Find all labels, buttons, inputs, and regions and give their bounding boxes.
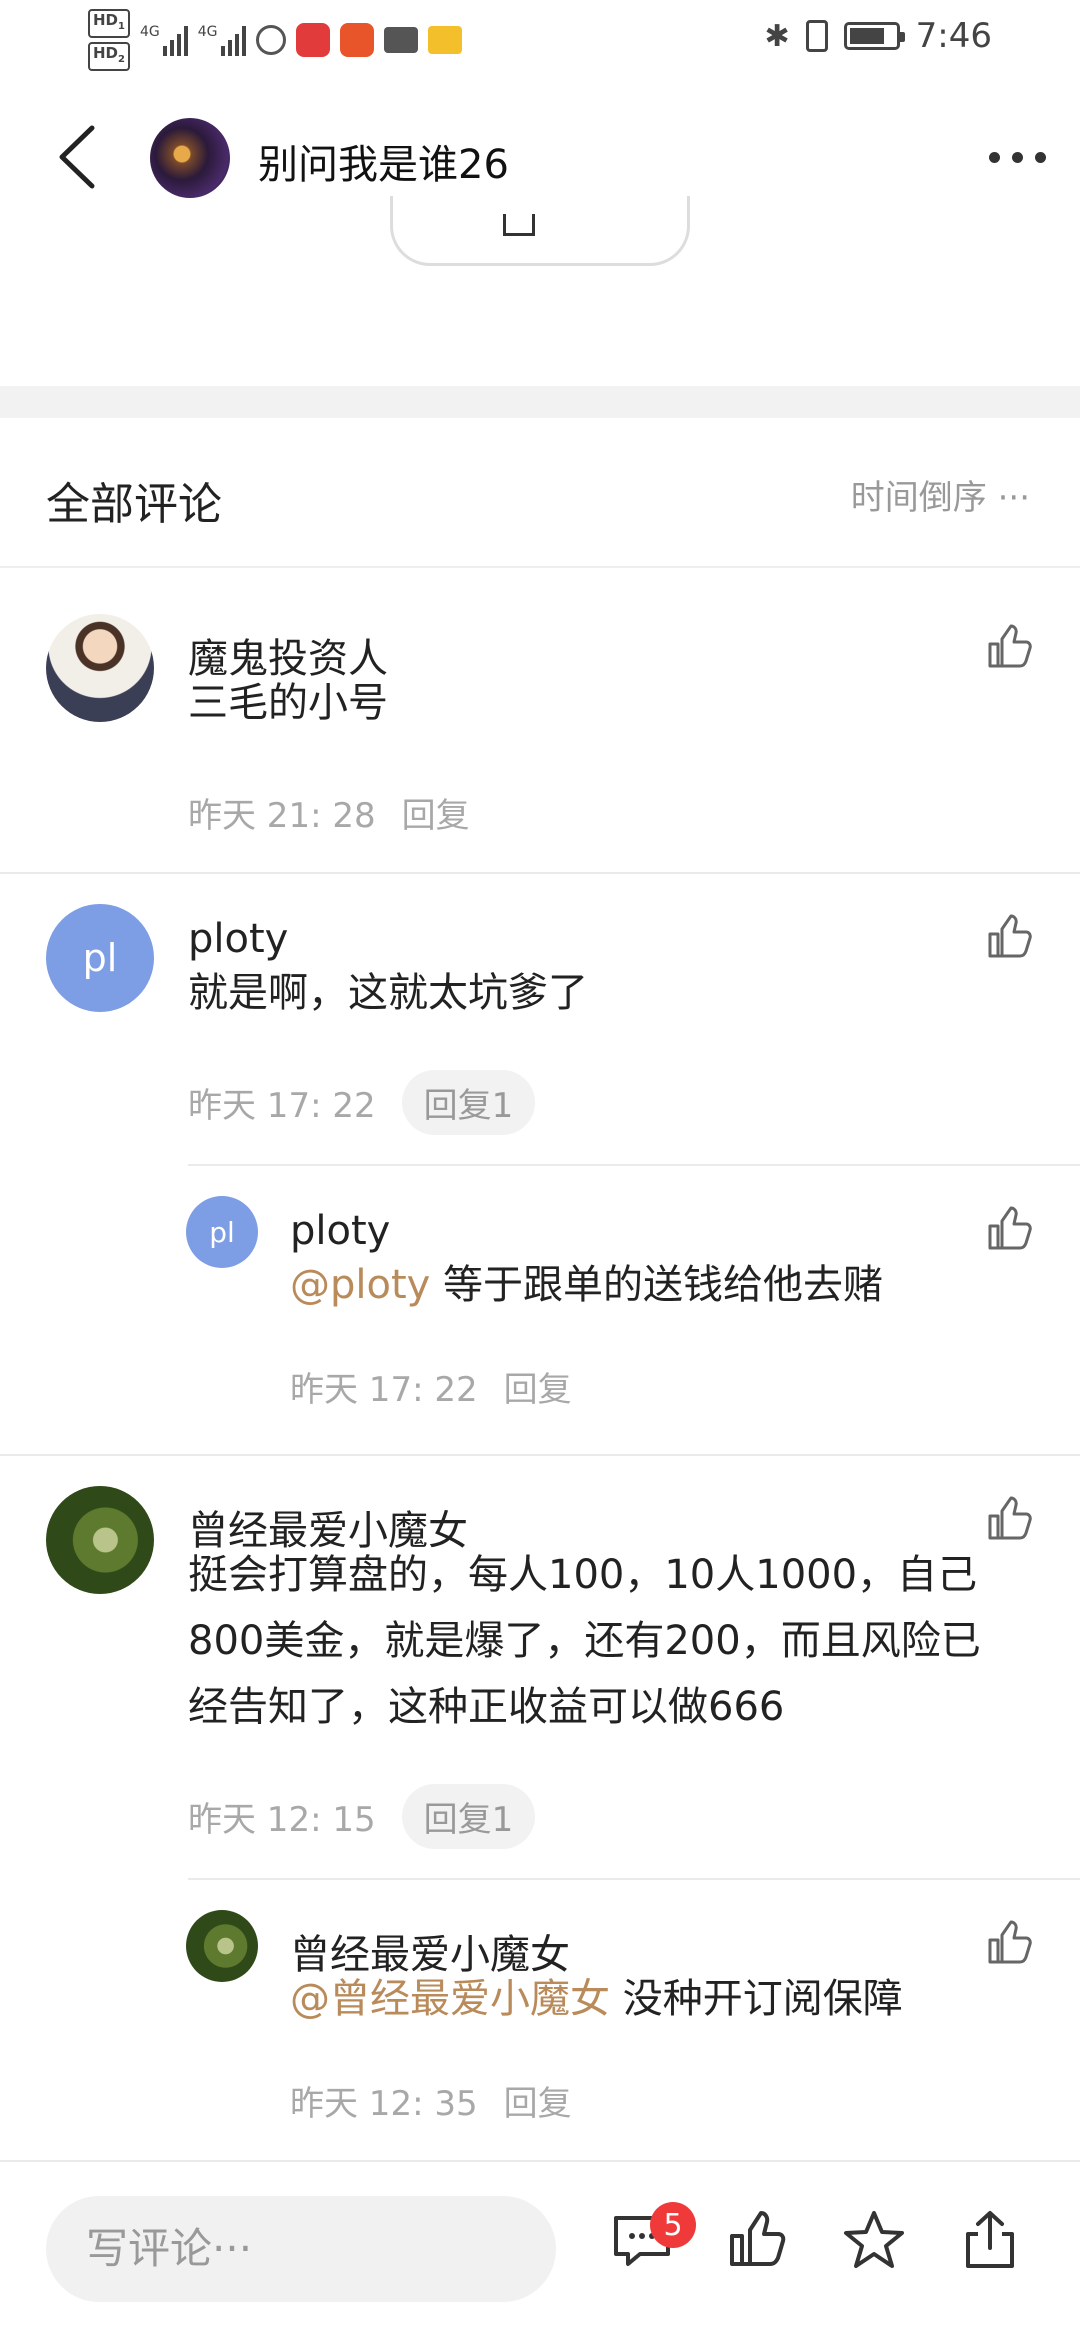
comment-text-line: 挺会打算盘的，每人100，10人1000，自己: [188, 1552, 978, 1598]
reply-text: @曾经最爱小魔女 没种开订阅保障: [290, 1966, 903, 2032]
reply-separator: [188, 1878, 1080, 1880]
vibrate-icon: [805, 20, 828, 52]
reply-button[interactable]: 回复: [504, 2076, 572, 2125]
clock: 7:46: [915, 16, 992, 56]
comment-text: 就是啊，这就太坑爹了: [188, 970, 588, 1016]
comment-meta: 昨天 12: 15 回复1: [188, 1784, 536, 1849]
view-replies-button[interactable]: 回复1: [401, 1070, 536, 1135]
comment-time: 昨天 21: 28: [188, 796, 376, 836]
like-icon[interactable]: [726, 2208, 790, 2272]
comment-text-line: 经告知了，这种正收益可以做666: [188, 1684, 785, 1730]
reply-avatar[interactable]: pl: [186, 1196, 258, 1268]
comment-meta: 昨天 17: 22 回复1: [188, 1070, 536, 1135]
reply-button[interactable]: 回复: [504, 1362, 572, 1411]
comment-item: 魔鬼投资人 三毛的小号 昨天 21: 28 回复: [0, 570, 1080, 872]
like-icon[interactable]: [984, 1918, 1034, 1968]
reply-mention[interactable]: @曾经最爱小魔女: [290, 1976, 610, 2022]
mail-icon: [427, 26, 462, 54]
comments-title: 全部评论: [46, 479, 222, 530]
comment-text-line: 800美金，就是爆了，还有200，而且风险已: [188, 1618, 981, 1664]
reply-body: 没种开订阅保障: [610, 1976, 903, 2022]
sort-order-toggle[interactable]: 时间倒序 ···: [851, 470, 1030, 519]
status-bar: HD1 HD2 4G 4G ✱ 7:46: [0, 0, 1080, 80]
comment-text: 挺会打算盘的，每人100，10人1000，自己 800美金，就是爆了，还有200…: [188, 1542, 1048, 1740]
briefcase-icon: [383, 27, 418, 53]
partial-button-icon: [503, 214, 535, 236]
share-icon[interactable]: [958, 2208, 1022, 2272]
signal-icon-2: 4G: [198, 24, 246, 56]
like-icon[interactable]: [984, 622, 1034, 672]
comment-input[interactable]: 写评论···: [46, 2196, 556, 2302]
status-right-icons: ✱ 7:46: [765, 16, 993, 56]
app-notification-icon: [295, 23, 330, 57]
commenter-avatar[interactable]: [46, 1486, 154, 1594]
globe-icon: [255, 25, 286, 55]
reply-text: @ploty 等于跟单的送钱给他去赌: [290, 1252, 883, 1318]
reply-body: 等于跟单的送钱给他去赌: [430, 1262, 884, 1308]
like-icon[interactable]: [984, 912, 1034, 962]
app-notification-icon-2: [339, 23, 374, 57]
section-divider: [0, 386, 1080, 418]
comment-time: 昨天 17: 22: [188, 1086, 376, 1126]
signal-icon-1: 4G: [140, 24, 188, 56]
comment-meta: 昨天 21: 28 回复: [188, 788, 470, 837]
author-avatar[interactable]: [150, 118, 230, 198]
reply-time: 昨天 17: 22: [290, 1370, 478, 1410]
view-replies-button[interactable]: 回复1: [401, 1784, 536, 1849]
partial-action-button[interactable]: [390, 196, 690, 266]
reply-button[interactable]: 回复: [402, 788, 470, 837]
comment-item: pl ploty 就是啊，这就太坑爹了 昨天 17: 22 回复1 pl plo…: [0, 874, 1080, 1454]
commenter-avatar[interactable]: [46, 614, 154, 722]
status-left-icons: HD1 HD2 4G 4G: [88, 9, 462, 71]
bottom-action-bar: 写评论··· 5: [0, 2160, 1080, 2340]
reply-meta: 昨天 12: 35 回复: [290, 2076, 572, 2125]
reply-meta: 昨天 17: 22 回复: [290, 1362, 572, 1411]
comment-text: 三毛的小号: [188, 680, 388, 726]
hd-indicator: HD1 HD2: [88, 9, 130, 71]
like-icon[interactable]: [984, 1494, 1034, 1544]
reply-avatar[interactable]: [186, 1910, 258, 1982]
commenter-avatar[interactable]: pl: [46, 904, 154, 1012]
more-options-icon[interactable]: [989, 152, 1046, 163]
reply-mention[interactable]: @ploty: [290, 1262, 430, 1308]
reply-name[interactable]: ploty: [290, 1208, 390, 1254]
comments-header: 全部评论 时间倒序 ···: [0, 418, 1080, 568]
commenter-name[interactable]: ploty: [188, 916, 288, 962]
bluetooth-icon: ✱: [764, 18, 790, 54]
reply-time: 昨天 12: 35: [290, 2084, 478, 2124]
like-icon[interactable]: [984, 1204, 1034, 1254]
author-name[interactable]: 别问我是谁26: [258, 132, 509, 190]
reply-separator: [188, 1164, 1080, 1166]
battery-icon: [843, 22, 905, 50]
back-arrow-icon[interactable]: [50, 122, 110, 192]
comment-item: 曾经最爱小魔女 挺会打算盘的，每人100，10人1000，自己 800美金，就是…: [0, 1456, 1080, 2156]
star-icon[interactable]: [842, 2208, 906, 2272]
comment-time: 昨天 12: 15: [188, 1800, 376, 1840]
comment-count-badge: 5: [650, 2202, 696, 2248]
